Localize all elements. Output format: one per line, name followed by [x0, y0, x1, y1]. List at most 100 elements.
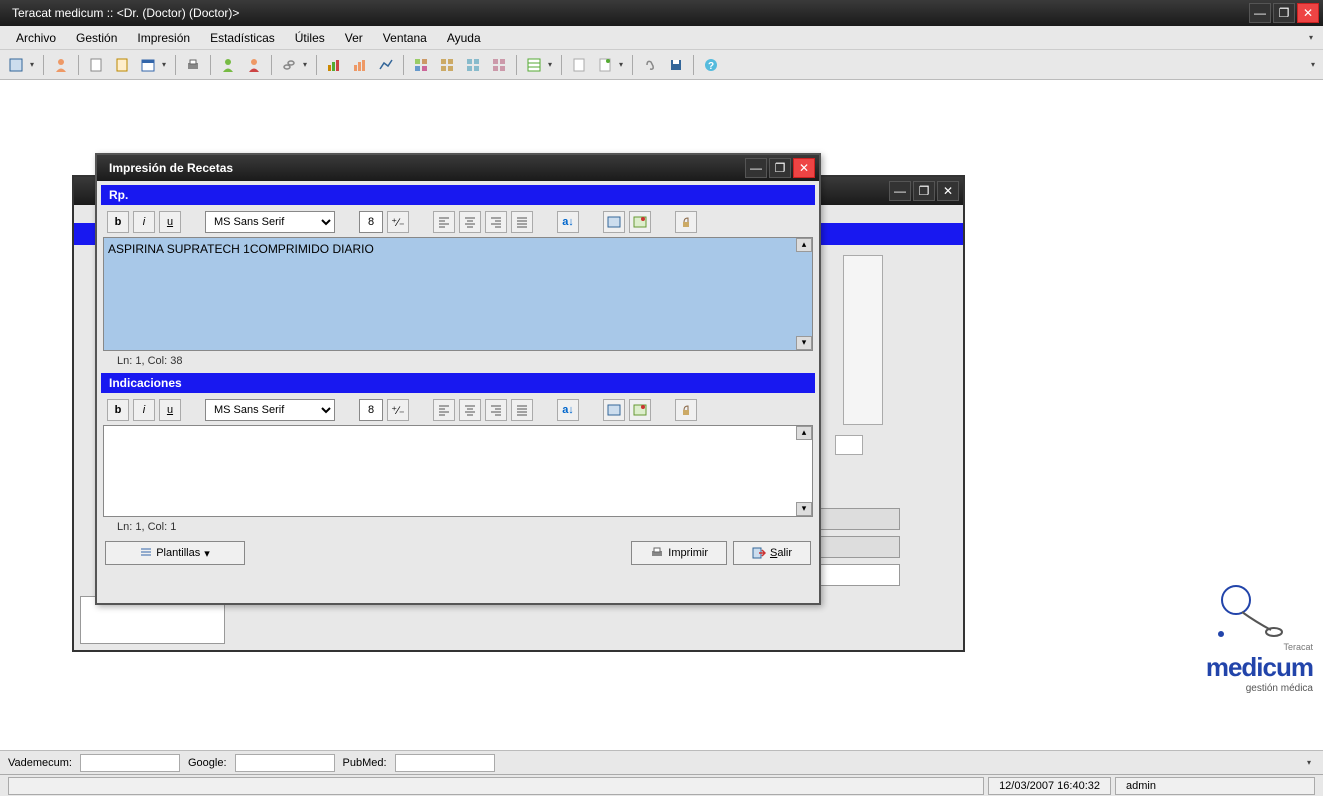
toolbar-page1-icon[interactable] — [567, 53, 591, 77]
toolbar-calendar-icon[interactable] — [136, 53, 160, 77]
menu-impresion[interactable]: Impresión — [127, 28, 200, 48]
logo-sub: gestión médica — [1206, 683, 1313, 694]
toolbar-link-dropdown[interactable]: ▾ — [303, 60, 311, 69]
bg-close-button[interactable]: ✕ — [937, 181, 959, 201]
toolbar-print-icon[interactable] — [181, 53, 205, 77]
ind-sizestep-button[interactable]: ⁺∕₋ — [387, 399, 409, 421]
rp-scroll-down[interactable]: ▾ — [796, 336, 812, 350]
rp-fontcolor-button[interactable]: a↓ — [557, 211, 579, 233]
rp-status: Ln: 1, Col: 38 — [97, 353, 819, 369]
ind-object-button[interactable] — [629, 399, 651, 421]
toolbar-grid1-icon[interactable] — [409, 53, 433, 77]
ind-align-right-button[interactable] — [485, 399, 507, 421]
ind-bold-button[interactable]: b — [107, 399, 129, 421]
toolbar-doc2-icon[interactable] — [110, 53, 134, 77]
toolbar-table-dropdown[interactable]: ▾ — [548, 60, 556, 69]
toolbar-page-dropdown[interactable]: ▾ — [619, 60, 627, 69]
pubmed-input[interactable] — [395, 754, 495, 772]
rp-sizestep-button[interactable]: ⁺∕₋ — [387, 211, 409, 233]
toolbar-chart3-icon[interactable] — [374, 53, 398, 77]
rp-align-justify-button[interactable] — [511, 211, 533, 233]
toolbar-new-icon[interactable] — [4, 53, 28, 77]
ind-fontcolor-button[interactable]: a↓ — [557, 399, 579, 421]
toolbar-chart2-icon[interactable] — [348, 53, 372, 77]
bg-maximize-button[interactable]: ❐ — [913, 181, 935, 201]
toolbar-help-icon[interactable]: ? — [699, 53, 723, 77]
rp-editor[interactable]: ASPIRINA SUPRATECH 1COMPRIMIDO DIARIO ▴ … — [103, 237, 813, 351]
menu-gestion[interactable]: Gestión — [66, 28, 127, 48]
rx-maximize-button[interactable]: ❐ — [769, 158, 791, 178]
menu-ventana[interactable]: Ventana — [373, 28, 437, 48]
menu-estadisticas[interactable]: Estadísticas — [200, 28, 285, 48]
minimize-button[interactable]: — — [1249, 3, 1271, 23]
toolbar-table-icon[interactable] — [522, 53, 546, 77]
toolbar-chart1-icon[interactable] — [322, 53, 346, 77]
close-button[interactable]: ✕ — [1297, 3, 1319, 23]
exit-icon — [752, 547, 766, 559]
ind-size-input[interactable] — [359, 399, 383, 421]
ind-lock-button[interactable] — [675, 399, 697, 421]
toolbar-calendar-dropdown[interactable]: ▾ — [162, 60, 170, 69]
toolbar-link-icon[interactable] — [277, 53, 301, 77]
toolbar-new-dropdown[interactable]: ▾ — [30, 60, 38, 69]
rp-bold-button[interactable]: b — [107, 211, 129, 233]
rp-align-right-button[interactable] — [485, 211, 507, 233]
rp-italic-button[interactable]: i — [133, 211, 155, 233]
rp-scroll-up[interactable]: ▴ — [796, 238, 812, 252]
toolbar-page2-icon[interactable] — [593, 53, 617, 77]
rp-size-input[interactable] — [359, 211, 383, 233]
ind-scroll-down[interactable]: ▾ — [796, 502, 812, 516]
toolbar-save-icon[interactable] — [664, 53, 688, 77]
menu-utiles[interactable]: Útiles — [285, 28, 335, 48]
prescription-window: Impresión de Recetas — ❐ ✕ Rp. b i u MS … — [95, 153, 821, 605]
ind-italic-button[interactable]: i — [133, 399, 155, 421]
bg-button-2[interactable] — [820, 536, 900, 558]
toolbar-grid4-icon[interactable] — [487, 53, 511, 77]
ind-align-justify-button[interactable] — [511, 399, 533, 421]
menu-ver[interactable]: Ver — [335, 28, 373, 48]
imprimir-button[interactable]: Imprimir — [631, 541, 727, 565]
maximize-button[interactable]: ❐ — [1273, 3, 1295, 23]
menu-archivo[interactable]: Archivo — [6, 28, 66, 48]
rp-align-left-button[interactable] — [433, 211, 455, 233]
ind-scroll-up[interactable]: ▴ — [796, 426, 812, 440]
ind-underline-button[interactable]: u — [159, 399, 181, 421]
menu-ayuda[interactable]: Ayuda — [437, 28, 491, 48]
salir-button[interactable]: SSaliralir — [733, 541, 811, 565]
bg-button-3[interactable] — [820, 564, 900, 586]
rp-font-select[interactable]: MS Sans Serif — [205, 211, 335, 233]
menu-overflow-icon[interactable]: ▾ — [1309, 33, 1317, 42]
bg-button-1[interactable] — [820, 508, 900, 530]
bg-minimize-button[interactable]: — — [889, 181, 911, 201]
google-input[interactable] — [235, 754, 335, 772]
section-rp-header: Rp. — [101, 185, 815, 205]
toolbar-person2-icon[interactable] — [242, 53, 266, 77]
vademecum-label: Vademecum: — [8, 757, 72, 769]
status-datetime: 12/03/2007 16:40:32 — [988, 777, 1111, 795]
rp-align-center-button[interactable] — [459, 211, 481, 233]
bg-field[interactable] — [835, 435, 863, 455]
plantillas-button[interactable]: Plantillas ▾ — [105, 541, 245, 565]
search-overflow-icon[interactable]: ▾ — [1307, 758, 1315, 767]
rp-image-button[interactable] — [603, 211, 625, 233]
ind-editor[interactable]: ▴ ▾ — [103, 425, 813, 517]
toolbar-grid2-icon[interactable] — [435, 53, 459, 77]
ind-font-select[interactable]: MS Sans Serif — [205, 399, 335, 421]
toolbar-person1-icon[interactable] — [216, 53, 240, 77]
rp-object-button[interactable] — [629, 211, 651, 233]
menubar: Archivo Gestión Impresión Estadísticas Ú… — [0, 26, 1323, 50]
ind-image-button[interactable] — [603, 399, 625, 421]
toolbar-user-icon[interactable] — [49, 53, 73, 77]
toolbar-attach-icon[interactable] — [638, 53, 662, 77]
rp-underline-button[interactable]: u — [159, 211, 181, 233]
stethoscope-icon — [1206, 582, 1286, 642]
toolbar-grid3-icon[interactable] — [461, 53, 485, 77]
ind-align-center-button[interactable] — [459, 399, 481, 421]
ind-align-left-button[interactable] — [433, 399, 455, 421]
vademecum-input[interactable] — [80, 754, 180, 772]
toolbar-doc1-icon[interactable] — [84, 53, 108, 77]
rx-close-button[interactable]: ✕ — [793, 158, 815, 178]
rx-minimize-button[interactable]: — — [745, 158, 767, 178]
rp-lock-button[interactable] — [675, 211, 697, 233]
toolbar-overflow-icon[interactable]: ▾ — [1311, 60, 1319, 69]
